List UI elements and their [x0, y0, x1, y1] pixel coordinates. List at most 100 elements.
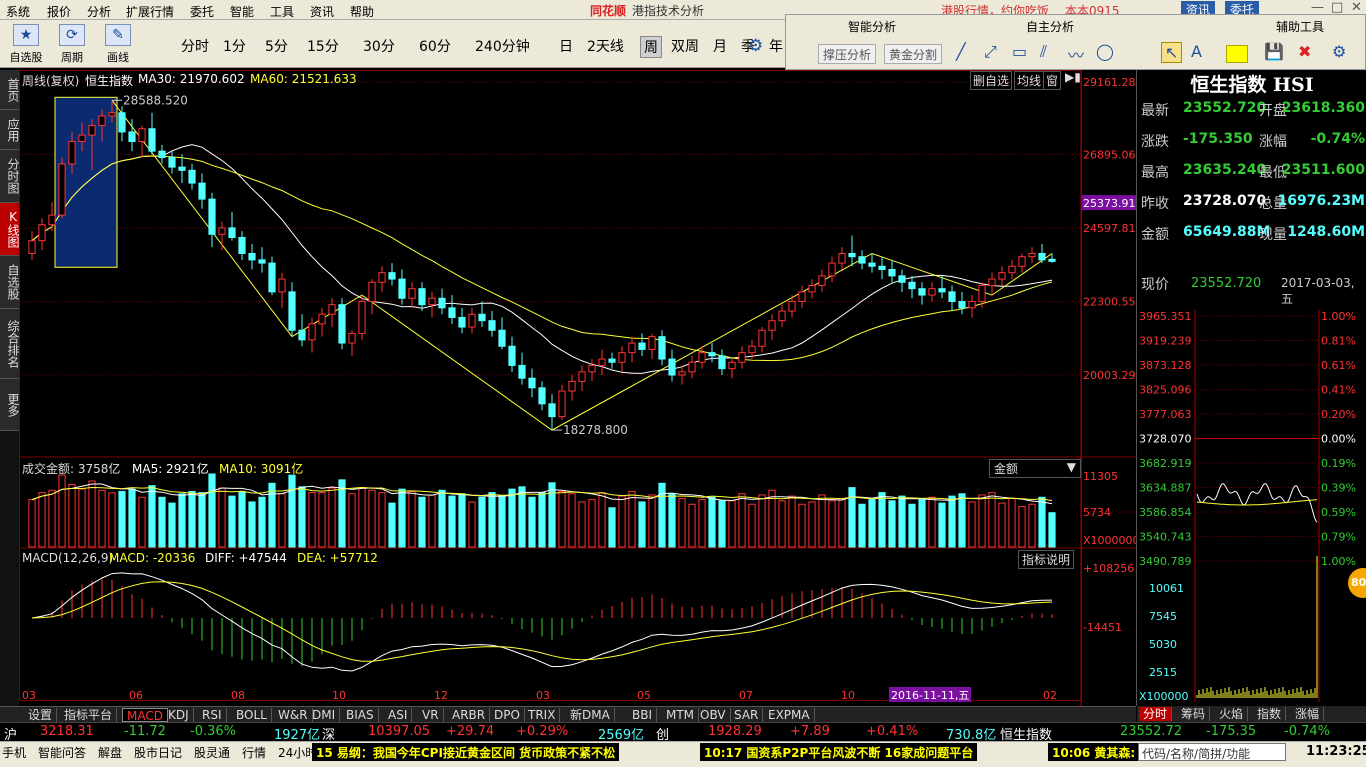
golden-section-button[interactable]: 黄金分割 [884, 44, 943, 64]
candle-67[interactable] [698, 346, 706, 369]
candle-21[interactable] [238, 231, 246, 260]
mini-tab-0[interactable]: 分时 [1139, 707, 1173, 721]
period-1[interactable]: 1分 [220, 36, 249, 56]
candle-44[interactable] [468, 307, 476, 334]
menu-help[interactable]: 帮助 [350, 3, 374, 20]
candle-85[interactable] [878, 256, 886, 280]
period-10[interactable]: 双周 [668, 36, 702, 56]
candle-2[interactable] [48, 202, 56, 232]
sidebar-item-3[interactable]: K线图 [0, 203, 20, 256]
candle-49[interactable] [518, 352, 526, 385]
indicator-tab-0[interactable]: 设置 [24, 708, 58, 722]
line-tool-icon[interactable]: ╱ [956, 42, 966, 61]
mini-tab-1[interactable]: 筹码 [1177, 707, 1211, 721]
candle-57[interactable] [598, 349, 606, 376]
arrow-line-icon[interactable]: ⤢ [984, 42, 997, 62]
news-ticker-3[interactable]: 10:06 黄其森: [1048, 743, 1140, 761]
candle-56[interactable] [588, 359, 596, 382]
indicator-tab-11[interactable]: ARBR [448, 708, 491, 722]
candle-22[interactable] [248, 243, 256, 270]
sidebar-item-1[interactable]: 应用 [0, 110, 20, 150]
news-ticker-2[interactable]: 10:17 国资系P2P平台风波不断 16家成问题平台 [700, 743, 978, 761]
menu-quote[interactable]: 报价 [47, 3, 71, 20]
candle-24[interactable] [268, 256, 276, 296]
gear-icon[interactable]: ⚙ [748, 36, 763, 56]
indicator-tab-15[interactable]: BBI [628, 708, 658, 722]
candle-53[interactable] [558, 384, 566, 420]
candle-46[interactable] [488, 311, 496, 337]
candle-74[interactable] [768, 314, 776, 340]
indicator-tab-3[interactable]: KDJ [164, 708, 194, 722]
period-3[interactable]: 15分 [304, 36, 342, 56]
cursor-icon[interactable]: ↖ [1161, 42, 1183, 63]
indicator-tab-17[interactable]: OBV [696, 708, 731, 722]
candle-94[interactable] [968, 295, 976, 318]
candle-19[interactable] [218, 221, 226, 251]
candle-43[interactable] [458, 307, 466, 334]
candle-34[interactable] [368, 279, 376, 315]
candle-28[interactable] [308, 317, 316, 353]
candle-81[interactable] [838, 247, 846, 270]
candle-26[interactable] [288, 282, 296, 337]
candle-18[interactable] [208, 192, 216, 248]
status-item-5[interactable]: 行情 [242, 744, 266, 761]
indicator-tab-19[interactable]: EXPMA [764, 708, 815, 722]
candle-80[interactable] [828, 256, 836, 283]
candle-32[interactable] [348, 330, 356, 356]
text-tool-icon[interactable]: A [1191, 42, 1202, 61]
candle-25[interactable] [278, 272, 286, 308]
period-7[interactable]: 日 [556, 36, 576, 56]
candle-33[interactable] [358, 295, 366, 340]
sidebar-item-0[interactable]: 首页 [0, 70, 20, 110]
ma-line-button[interactable]: 均线 [1014, 71, 1045, 90]
indicator-tab-4[interactable]: RSI [198, 708, 227, 722]
candle-59[interactable] [618, 346, 626, 372]
sidebar-item-5[interactable]: 综合排名 [0, 309, 20, 379]
candle-39[interactable] [418, 282, 426, 312]
candle-63[interactable] [658, 330, 666, 366]
mini-intraday-chart[interactable]: 3965.351 1.00% 3919.239 0.81% 3873.128 0.61% 3… [1137, 306, 1366, 706]
candle-87[interactable] [898, 269, 906, 292]
indicator-help-button[interactable]: 指标说明 [1018, 550, 1075, 569]
menu-system[interactable]: 系统 [6, 3, 30, 20]
candle-42[interactable] [448, 295, 456, 324]
candle-51[interactable] [538, 381, 546, 411]
candle-83[interactable] [858, 250, 866, 270]
expand-icon[interactable]: ▶▮ [1065, 70, 1081, 84]
candle-60[interactable] [628, 336, 636, 363]
candle-77[interactable] [798, 285, 806, 308]
candle-91[interactable] [938, 275, 946, 299]
candle-9[interactable] [118, 106, 126, 142]
candle-47[interactable] [498, 317, 506, 350]
minimize-icon[interactable]: — [1311, 0, 1324, 15]
color-picker-icon[interactable] [1226, 45, 1248, 63]
mini-tab-2[interactable]: 火焰 [1215, 707, 1249, 721]
candle-11[interactable] [138, 125, 146, 158]
rectangle-tool-icon[interactable]: ▭ [1012, 42, 1027, 61]
candle-92[interactable] [948, 285, 956, 312]
indicator-tab-9[interactable]: ASI [384, 708, 413, 722]
candle-38[interactable] [408, 282, 416, 308]
candle-78[interactable] [808, 279, 816, 299]
candle-27[interactable] [298, 314, 306, 347]
support-resistance-button[interactable]: 撑压分析 [818, 44, 877, 64]
remove-favorite-button[interactable]: 删自选 [970, 71, 1013, 90]
close-icon[interactable]: ✕ [1351, 0, 1362, 15]
candle-52[interactable] [548, 394, 556, 431]
candle-86[interactable] [888, 259, 896, 283]
kline-chart-svg[interactable]: 29161.28 26895.06 25373.91 24597.81 22300.55… [19, 70, 1136, 706]
candle-82[interactable] [848, 235, 856, 267]
candle-20[interactable] [228, 211, 236, 241]
status-item-2[interactable]: 解盘 [98, 744, 122, 761]
menu-tools[interactable]: 工具 [270, 3, 294, 20]
candle-41[interactable] [438, 288, 446, 315]
indicator-tab-5[interactable]: BOLL [232, 708, 272, 722]
status-item-1[interactable]: 智能问答 [38, 744, 86, 761]
menu-info[interactable]: 资讯 [310, 3, 334, 20]
period-0[interactable]: 分时 [178, 36, 212, 56]
indicator-tab-12[interactable]: DPO [490, 708, 525, 722]
candle-71[interactable] [738, 346, 746, 369]
mini-tab-3[interactable]: 指数 [1253, 707, 1287, 721]
candle-93[interactable] [958, 291, 966, 315]
menu-trade[interactable]: 委托 [190, 3, 214, 20]
